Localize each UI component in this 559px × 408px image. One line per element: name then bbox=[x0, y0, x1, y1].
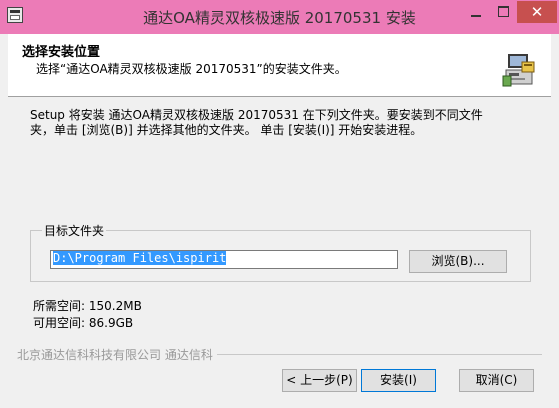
description-line-1: Setup 将安装 通达OA精灵双核极速版 20170531 在下列文件夹。要安… bbox=[30, 108, 483, 122]
space-required-value: 150.2MB bbox=[88, 299, 142, 313]
space-available-row: 可用空间: 86.9GB bbox=[33, 314, 133, 331]
space-available-value: 86.9GB bbox=[88, 316, 134, 330]
wizard-header: 选择安装位置 选择“通达OA精灵双核极速版 20170531”的安装文件夹。 bbox=[8, 34, 551, 97]
minimize-button[interactable] bbox=[462, 1, 490, 23]
company-branding: 北京通达信科科技有限公司 通达信科 bbox=[17, 346, 217, 363]
page-title: 选择安装位置 bbox=[22, 45, 101, 60]
space-required-row: 所需空间: 150.2MB bbox=[33, 297, 142, 314]
maximize-button[interactable] bbox=[490, 1, 517, 23]
installer-computer-icon bbox=[502, 54, 535, 87]
description-line-2: 夹，单击 [浏览(B)] 并选择其他的文件夹。 单击 [安装(I)] 开始安装进… bbox=[30, 123, 423, 137]
close-button[interactable]: ✕ bbox=[517, 1, 557, 23]
browse-button[interactable]: 浏览(B)... bbox=[409, 250, 507, 273]
install-path-input[interactable]: D:\Program Files\ispirit bbox=[50, 250, 398, 269]
page-subtitle: 选择“通达OA精灵双核极速版 20170531”的安装文件夹。 bbox=[36, 62, 347, 76]
cancel-button[interactable]: 取消(C) bbox=[459, 369, 534, 392]
space-available-label: 可用空间: bbox=[33, 316, 86, 330]
close-icon: ✕ bbox=[530, 3, 544, 21]
destination-folder-label: 目标文件夹 bbox=[42, 222, 107, 239]
install-path-value: D:\Program Files\ispirit bbox=[53, 251, 227, 265]
install-description: Setup 将安装 通达OA精灵双核极速版 20170531 在下列文件夹。要安… bbox=[30, 108, 530, 138]
back-button[interactable]: < 上一步(P) bbox=[282, 369, 357, 392]
install-button[interactable]: 安装(I) bbox=[361, 369, 436, 392]
title-bar[interactable]: 通达OA精灵双核极速版 20170531 安装 ✕ bbox=[0, 0, 559, 34]
space-required-label: 所需空间: bbox=[33, 299, 86, 313]
